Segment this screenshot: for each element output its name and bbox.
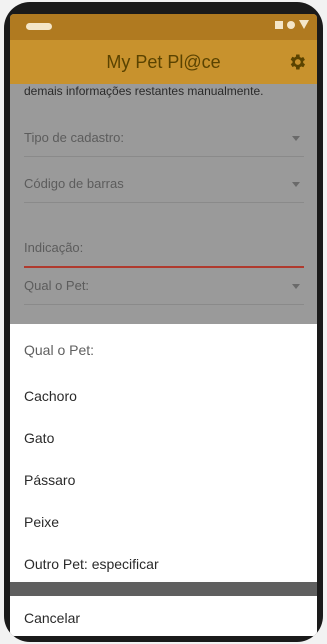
notification-pill-icon (26, 23, 52, 30)
app-bar: My Pet Pl@ce (10, 40, 317, 84)
status-bar (10, 14, 317, 40)
pet-picker-sheet: Qual o Pet: Cachoro Gato Pássaro Peixe O… (10, 324, 317, 636)
option-passaro[interactable]: Pássaro (24, 472, 294, 496)
chevron-down-icon (292, 284, 300, 289)
chevron-down-icon (292, 136, 300, 141)
chevron-down-icon (292, 182, 300, 187)
indicacao-input[interactable]: Indicação: (24, 232, 304, 268)
field-label: Código de barras (24, 176, 124, 191)
cancel-button[interactable]: Cancelar (24, 610, 80, 626)
app-title: My Pet Pl@ce (106, 52, 221, 72)
qual-pet-select[interactable]: Qual o Pet: (24, 270, 304, 305)
codigo-barras-select[interactable]: Código de barras (24, 168, 304, 203)
field-label: Qual o Pet: (24, 278, 90, 293)
option-outro-pet[interactable]: Outro Pet: especificar (24, 556, 294, 580)
phone-frame: My Pet Pl@ce demais informações restante… (4, 2, 323, 642)
field-label: Indicação: (24, 240, 84, 255)
status-icons (275, 20, 309, 29)
option-cachoro[interactable]: Cachoro (24, 388, 294, 412)
signal-icon (299, 20, 309, 29)
sheet-title: Qual o Pet: (24, 342, 95, 358)
gear-icon[interactable] (287, 52, 307, 72)
info-text: demais informações restantes manualmente… (24, 84, 264, 98)
stop-icon (275, 20, 283, 29)
divider (10, 582, 317, 596)
screen: My Pet Pl@ce demais informações restante… (10, 14, 317, 636)
option-gato[interactable]: Gato (24, 430, 294, 454)
field-label: Tipo de cadastro: (24, 130, 124, 145)
option-peixe[interactable]: Peixe (24, 514, 294, 538)
circle-icon (287, 20, 295, 29)
tipo-cadastro-select[interactable]: Tipo de cadastro: (24, 122, 304, 157)
